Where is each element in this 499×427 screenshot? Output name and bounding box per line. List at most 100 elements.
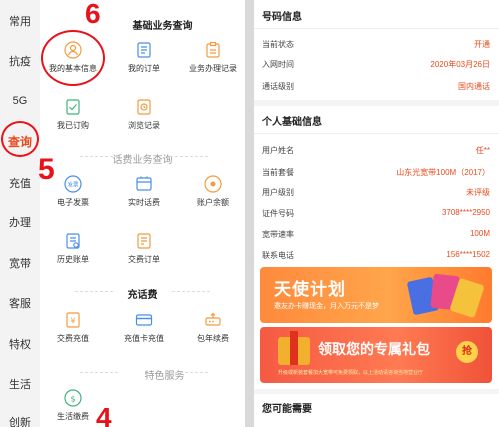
info-row-id-number: 证件号码 3708****2950	[262, 208, 490, 222]
info-row-join-date: 入网时间 2020年03月26日	[262, 59, 490, 73]
sidebar-item-privilege[interactable]: 特权	[0, 336, 40, 352]
info-value: 100M	[469, 229, 490, 238]
divider	[172, 291, 210, 292]
grid-item-label: 业务办理记录	[189, 64, 237, 73]
section-title-number-info: 号码信息	[262, 12, 302, 23]
grid-item-card-recharge[interactable]: 充值卡充值	[109, 311, 179, 344]
sidebar-item-handle[interactable]: 办理	[0, 214, 40, 230]
sidebar-item-service[interactable]: 客服	[0, 295, 40, 311]
renew-icon	[205, 312, 221, 326]
panel-divider	[245, 0, 254, 427]
info-key: 证件号码	[262, 209, 294, 218]
info-key: 联系电话	[262, 251, 294, 260]
grid-item-label: 历史账单	[57, 255, 89, 264]
sidebar-item-innovation[interactable]: 创新	[0, 414, 40, 427]
divider	[254, 28, 499, 29]
sidebar-item-common[interactable]: 常用	[0, 13, 40, 29]
info-value: 未评级	[466, 188, 490, 197]
svg-text:$: $	[70, 395, 75, 404]
grid-item-account-balance[interactable]: 账户余额	[178, 175, 245, 208]
gift-package-banner[interactable]: 领取您的专属礼包 升级或新装套餐加大宽带可免费领取，以上活动请咨询当地营业厅 抢	[260, 327, 492, 383]
sidebar-item-anti-epidemic[interactable]: 抗疫	[0, 53, 40, 69]
banner-subtitle: 邀友办卡赚现金，月入万元不是梦	[274, 303, 379, 310]
info-row-call-level: 通话级别 国内通话	[262, 81, 490, 95]
section-title-basic-query: 基础业务查询	[132, 21, 193, 32]
annotation-circle-my-basic-info	[41, 30, 105, 86]
history-icon	[137, 99, 151, 115]
grid-item-label: 浏览记录	[128, 121, 160, 130]
balance-icon	[204, 175, 222, 193]
realtime-bill-icon	[136, 176, 152, 191]
grid-item-life-payment[interactable]: $ 生活缴费	[38, 389, 108, 422]
yuan-icon: ¥	[66, 312, 80, 328]
sidebar-item-life[interactable]: 生活	[0, 376, 40, 392]
grid-item-pay-recharge[interactable]: ¥ 交费充值	[38, 311, 108, 344]
info-row-bandwidth: 宽带速率 100M	[262, 229, 490, 243]
section-title-special-services: 特色服务	[144, 371, 185, 382]
gift-ribbon	[290, 331, 298, 365]
bill-history-icon	[66, 233, 80, 249]
info-row-package: 当前套餐 山东光宽带100M（2017）	[262, 167, 490, 181]
grid-item-e-invoice[interactable]: 发票 电子发票	[38, 175, 108, 208]
grid-item-label: 我的订单	[128, 64, 160, 73]
divider	[170, 156, 208, 157]
grid-item-my-orders[interactable]: 我的订单	[109, 41, 179, 74]
info-key: 用户姓名	[262, 146, 294, 155]
grid-item-label: 交费订单	[128, 255, 160, 264]
grid-item-browse-history[interactable]: 浏览记录	[109, 98, 179, 131]
grid-item-payment-orders[interactable]: 交费订单	[109, 232, 179, 265]
divider	[170, 372, 208, 373]
banner-subtitle: 升级或新装套餐加大宽带可免费领取，以上活动请咨询当地营业厅	[278, 370, 424, 376]
angel-plan-banner[interactable]: 天使计划 邀友办卡赚现金，月入万元不是梦	[260, 267, 492, 323]
section-title-you-may-need: 您可能需要	[262, 404, 312, 415]
grid-item-label: 生活缴费	[57, 412, 89, 421]
divider	[254, 133, 499, 134]
grid-item-label: 实时话费	[128, 198, 160, 207]
section-title-bill-query: 话费业务查询	[112, 155, 173, 166]
subscribed-icon	[66, 99, 80, 115]
grid-item-annual-renewal[interactable]: 包年续费	[178, 311, 245, 344]
invoice-icon: 发票	[64, 175, 82, 193]
info-key: 入网时间	[262, 60, 294, 69]
sidebar-item-broadband[interactable]: 宽带	[0, 255, 40, 271]
record-icon	[206, 41, 220, 58]
grid-item-label: 我已订购	[57, 121, 89, 130]
info-value: 国内通话	[458, 82, 490, 91]
grid-item-label: 充值卡充值	[124, 334, 164, 343]
svg-text:发票: 发票	[67, 181, 79, 189]
info-value: 任**	[475, 146, 490, 155]
info-value: 156****1502	[446, 250, 490, 259]
info-value: 3708****2950	[441, 208, 490, 217]
section-gap	[254, 100, 499, 106]
annotation-circle-query	[1, 121, 39, 157]
category-sidebar: 常用 抗疫 5G 查询 充值 办理 宽带 客服 特权 生活 创新	[0, 0, 40, 427]
grid-item-bill-history[interactable]: 历史账单	[38, 232, 108, 265]
section-gap	[254, 389, 499, 394]
life-payment-icon: $	[64, 389, 82, 407]
order-icon	[137, 42, 151, 58]
sidebar-item-5g[interactable]: 5G	[0, 95, 40, 107]
banner-title: 天使计划	[274, 280, 346, 299]
info-key: 用户级别	[262, 188, 294, 197]
section-title-recharge: 充话费	[127, 290, 158, 301]
payment-order-icon	[137, 233, 151, 249]
grid-item-label: 账户余额	[197, 198, 229, 207]
grid-item-label: 电子发票	[57, 198, 89, 207]
info-row-status: 当前状态 开通	[262, 39, 490, 53]
info-key: 通话级别	[262, 82, 294, 91]
info-key: 宽带速率	[262, 230, 294, 239]
grid-item-label: 包年续费	[197, 334, 229, 343]
grab-button[interactable]: 抢	[456, 341, 478, 363]
info-key: 当前状态	[262, 40, 294, 49]
info-value: 开通	[474, 40, 490, 49]
info-row-user-level: 用户级别 未评级	[262, 187, 490, 201]
sidebar-item-recharge[interactable]: 充值	[0, 175, 40, 191]
card-icon	[135, 314, 153, 326]
grid-item-label: 交费充值	[57, 334, 89, 343]
left-panel: 常用 抗疫 5G 查询 充值 办理 宽带 客服 特权 生活 创新 6 5 4 基…	[0, 0, 245, 427]
grid-item-realtime-bill[interactable]: 实时话费	[109, 175, 179, 208]
info-key: 当前套餐	[262, 168, 294, 177]
svg-text:¥: ¥	[70, 317, 75, 326]
grid-item-subscribed[interactable]: 我已订购	[38, 98, 108, 131]
grid-item-business-records[interactable]: 业务办理记录	[178, 41, 245, 74]
